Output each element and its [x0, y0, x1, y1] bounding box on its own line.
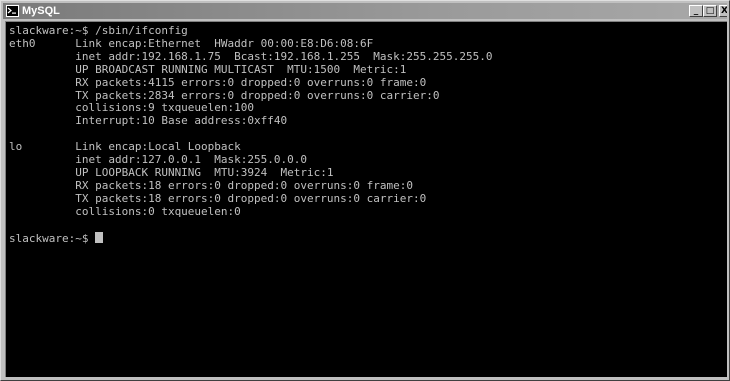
terminal-line: TX packets:2834 errors:0 dropped:0 overr…	[9, 88, 440, 102]
terminal-line: RX packets:18 errors:0 dropped:0 overrun…	[9, 178, 413, 192]
maximize-icon: □	[705, 6, 715, 16]
terminal-line: UP LOOPBACK RUNNING MTU:3924 Metric:1	[9, 165, 334, 179]
minimize-button[interactable]: _	[689, 5, 703, 17]
terminal-line: inet addr:192.168.1.75 Bcast:192.168.1.2…	[9, 49, 493, 63]
terminal-window: MySQL _ □ X slackware:~$ /sbin/ifconfig …	[0, 0, 730, 381]
terminal-screen[interactable]: slackware:~$ /sbin/ifconfig eth0 Link en…	[5, 21, 727, 377]
terminal-line: Interrupt:10 Base address:0xff40	[9, 114, 288, 128]
minimize-icon: _	[693, 6, 699, 16]
command-prompt[interactable]: slackware:~$	[9, 232, 95, 245]
window-title: MySQL	[22, 5, 60, 17]
close-button[interactable]: X	[719, 5, 727, 17]
terminal-line: eth0 Link encap:Ethernet HWaddr 00:00:E8…	[9, 36, 374, 50]
terminal-line: collisions:0 txqueuelen:0	[9, 204, 241, 218]
terminal-line: lo Link encap:Local Loopback	[9, 140, 241, 154]
terminal-line: slackware:~$ /sbin/ifconfig	[9, 24, 188, 37]
terminal-line: TX packets:18 errors:0 dropped:0 overrun…	[9, 191, 427, 205]
terminal-line: collisions:9 txqueuelen:100	[9, 101, 255, 115]
terminal-line: UP BROADCAST RUNNING MULTICAST MTU:1500 …	[9, 62, 407, 76]
terminal-output: slackware:~$ /sbin/ifconfig eth0 Link en…	[9, 24, 493, 245]
terminal-line: RX packets:4115 errors:0 dropped:0 overr…	[9, 75, 427, 89]
text-cursor	[95, 231, 104, 243]
terminal-app-icon	[6, 5, 19, 17]
maximize-button[interactable]: □	[703, 5, 717, 17]
terminal-line: inet addr:127.0.0.1 Mask:255.0.0.0	[9, 153, 308, 167]
title-bar[interactable]: MySQL _ □ X	[3, 3, 727, 19]
close-icon: X	[721, 6, 727, 16]
